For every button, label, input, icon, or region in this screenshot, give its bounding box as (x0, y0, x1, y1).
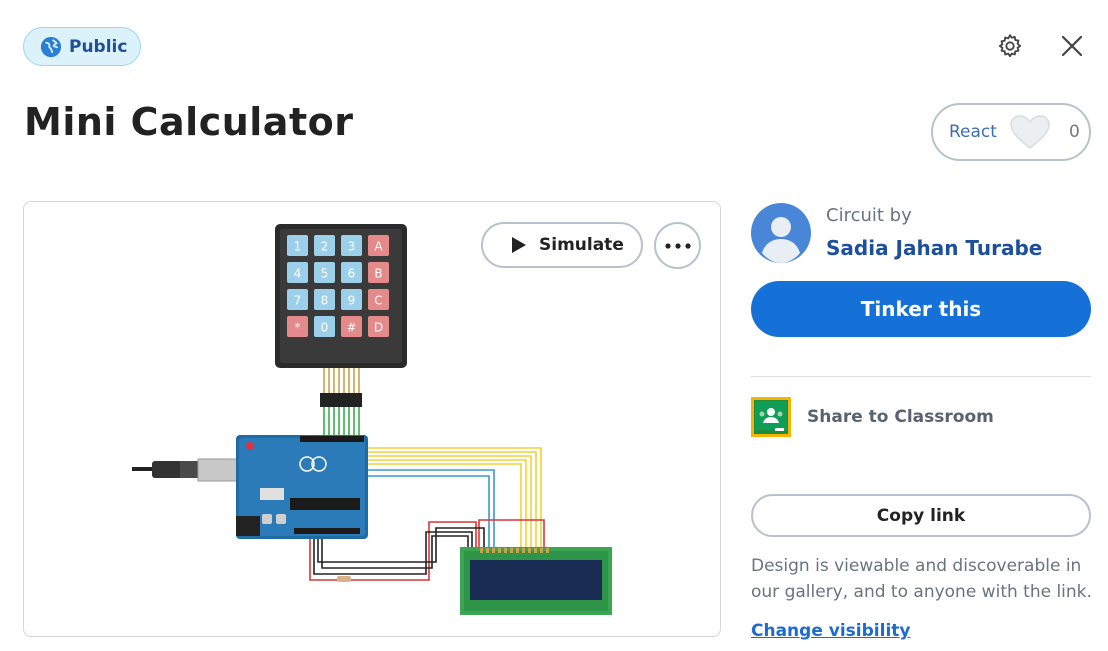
circuit-preview[interactable]: 1 2 3 A 4 5 6 B 7 8 9 C * 0 # D Simulate (23, 201, 721, 637)
keypad-key-label: 5 (321, 267, 329, 281)
keypad-key-label: * (295, 321, 301, 335)
keypad-key-label: B (374, 267, 382, 281)
simulate-label: Simulate (539, 235, 624, 255)
keypad-key-label: 4 (294, 267, 302, 281)
tinker-this-button[interactable]: Tinker this (751, 281, 1091, 337)
gear-icon (998, 34, 1022, 58)
visibility-badge[interactable]: Public (23, 27, 141, 66)
circuit-by-label: Circuit by (826, 205, 912, 226)
close-icon (1061, 35, 1083, 57)
keypad-key-label: 9 (348, 294, 356, 308)
more-options-icon (664, 242, 691, 249)
keypad: 1 2 3 A 4 5 6 B 7 8 9 C * 0 # D (275, 224, 407, 407)
react-count: 0 (1068, 122, 1080, 142)
heart-icon (1010, 115, 1050, 149)
keypad-key-label: 0 (321, 321, 329, 335)
keypad-key-label: # (346, 321, 356, 335)
keypad-key-label: 2 (321, 240, 329, 254)
share-classroom-label: Share to Classroom (807, 407, 994, 427)
play-icon (512, 237, 526, 253)
react-button[interactable]: React 0 (931, 103, 1091, 161)
settings-button[interactable] (994, 30, 1026, 62)
simulate-button[interactable]: Simulate (481, 222, 643, 268)
keypad-key-label: C (374, 294, 382, 308)
react-label: React (949, 122, 997, 142)
keypad-key-label: 7 (294, 294, 302, 308)
visibility-badge-label: Public (69, 36, 128, 57)
keypad-key-label: 6 (348, 267, 356, 281)
lcd-display (460, 547, 612, 615)
keypad-key-label: 8 (321, 294, 329, 308)
copy-link-button[interactable]: Copy link (751, 494, 1091, 537)
globe-icon (40, 36, 62, 57)
usb-cable (132, 458, 239, 482)
keypad-key-label: D (374, 321, 383, 335)
change-visibility-link[interactable]: Change visibility (751, 621, 910, 641)
arduino-board (236, 435, 368, 539)
keypad-key-label: A (374, 240, 383, 254)
author-name-link[interactable]: Sadia Jahan Turabe (826, 236, 1042, 260)
more-options-button[interactable] (654, 222, 701, 269)
visibility-description: Design is viewable and discoverable in o… (751, 556, 1092, 602)
divider (751, 376, 1091, 377)
close-button[interactable] (1056, 30, 1088, 62)
author-avatar[interactable] (751, 203, 811, 263)
project-title: Mini Calculator (24, 100, 354, 144)
keypad-key-label: 1 (294, 240, 302, 254)
google-classroom-icon (751, 397, 791, 437)
keypad-key-label: 3 (348, 240, 356, 254)
share-to-classroom-button[interactable]: Share to Classroom (751, 397, 994, 437)
